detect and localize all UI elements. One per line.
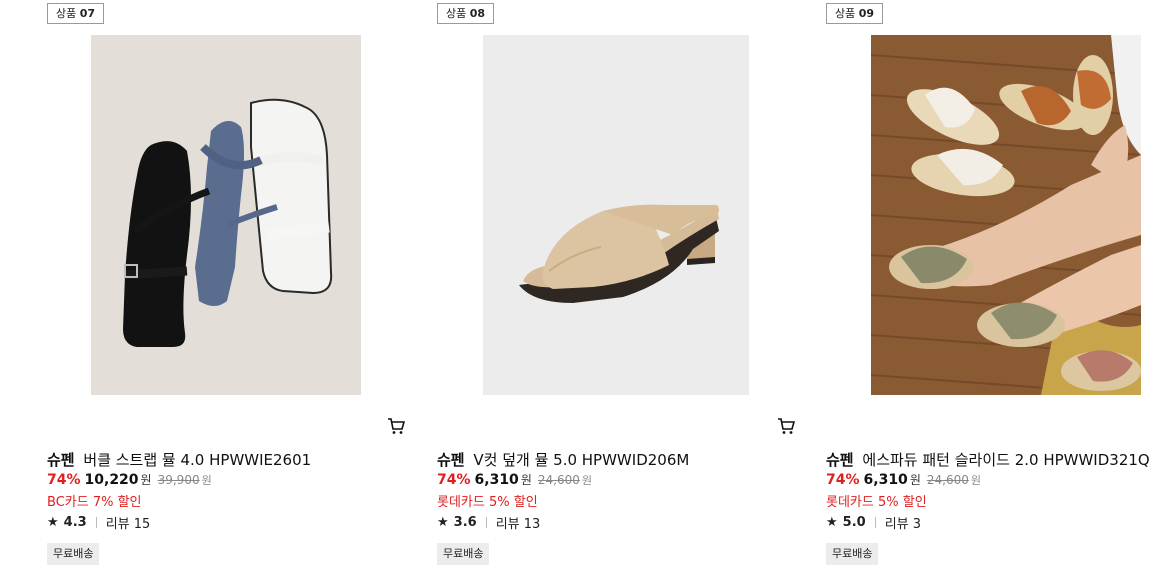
product-title[interactable]: 슈펜 에스파듀 패턴 슬라이드 2.0 HPWWID321Q — [826, 449, 1150, 470]
espadrille-photo — [871, 35, 1141, 395]
original-price: 24,600 — [926, 473, 969, 487]
free-shipping-badge: 무료배송 — [47, 543, 100, 565]
product-image[interactable] — [91, 35, 361, 395]
product-image[interactable] — [483, 35, 749, 395]
product-card[interactable]: 상품 07 슈펜 버클 스트랩 뮬 4.0 HPWWIE2601 74% 10,2… — [47, 0, 437, 574]
star-icon: ★ — [437, 515, 449, 530]
star-icon: ★ — [47, 515, 59, 530]
cart-icon[interactable] — [777, 417, 796, 435]
brand-name: 슈펜 — [826, 451, 854, 469]
sandals-photo — [91, 35, 361, 395]
brand-name: 슈펜 — [47, 451, 75, 469]
cart-icon[interactable] — [387, 417, 406, 435]
product-name: 에스파듀 패턴 슬라이드 2.0 HPWWID321Q — [862, 451, 1150, 469]
sale-price: 6,310 — [474, 472, 519, 488]
mule-photo — [483, 35, 749, 395]
card-promo-text: BC카드 7% 할인 — [47, 495, 142, 510]
product-card[interactable]: 상품 09 슈펜 에스파듀 패턴 슬라이드 2.0 HPWWID321Q 74%… — [826, 0, 1156, 574]
rating-score: 3.6 — [453, 515, 477, 530]
rating-score: 5.0 — [842, 515, 866, 530]
product-name: V컷 덮개 뮬 5.0 HPWWID206M — [473, 451, 690, 469]
original-price: 24,600 — [537, 473, 580, 487]
rating-row: ★ 3.6 리뷰 13 — [437, 513, 540, 532]
product-number-tag: 상품 07 — [47, 3, 105, 24]
price-row: 74% 6,310 원 24,600 원 — [826, 472, 981, 488]
product-number-tag: 상품 08 — [437, 3, 495, 24]
rating-row: ★ 4.3 리뷰 15 — [47, 513, 150, 532]
product-image[interactable] — [871, 35, 1141, 395]
rating-score: 4.3 — [63, 515, 87, 530]
sale-price: 10,220 — [84, 472, 139, 488]
product-name: 버클 스트랩 뮬 4.0 HPWWIE2601 — [83, 451, 312, 469]
card-promo-text: 롯데카드 5% 할인 — [437, 495, 538, 510]
price-row: 74% 6,310 원 24,600 원 — [437, 472, 592, 488]
review-count[interactable]: 리뷰 15 — [106, 513, 151, 532]
free-shipping-badge: 무료배송 — [437, 543, 490, 565]
divider — [874, 517, 876, 528]
review-count[interactable]: 리뷰 3 — [885, 513, 921, 532]
card-promo-text: 롯데카드 5% 할인 — [826, 495, 927, 510]
divider — [485, 517, 487, 528]
product-card[interactable]: 상품 08 슈펜 V컷 덮개 뮬 5.0 HPWWID206M 74% 6,310… — [437, 0, 827, 574]
product-title[interactable]: 슈펜 버클 스트랩 뮬 4.0 HPWWIE2601 — [47, 449, 311, 470]
sale-price: 6,310 — [863, 472, 908, 488]
discount-rate: 74% — [437, 472, 471, 488]
product-number-tag: 상품 09 — [826, 3, 884, 24]
discount-rate: 74% — [826, 472, 860, 488]
star-icon: ★ — [826, 515, 838, 530]
product-title[interactable]: 슈펜 V컷 덮개 뮬 5.0 HPWWID206M — [437, 449, 689, 470]
divider — [95, 517, 97, 528]
original-price: 39,900 — [157, 473, 200, 487]
price-row: 74% 10,220 원 39,900 원 — [47, 472, 212, 488]
free-shipping-badge: 무료배송 — [826, 543, 879, 565]
brand-name: 슈펜 — [437, 451, 465, 469]
review-count[interactable]: 리뷰 13 — [496, 513, 541, 532]
rating-row: ★ 5.0 리뷰 3 — [826, 513, 921, 532]
discount-rate: 74% — [47, 472, 81, 488]
